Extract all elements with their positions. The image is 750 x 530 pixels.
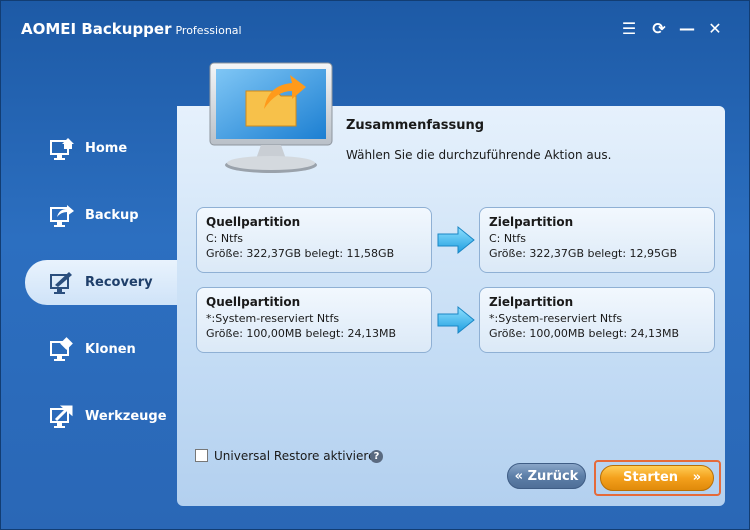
title-bar: AOMEI Backupper Professional ☰ ⟳ — ✕	[1, 1, 749, 61]
universal-restore-label: Universal Restore aktivieren	[214, 449, 384, 463]
target-partition-card: Zielpartition *:System-reserviert Ntfs G…	[479, 287, 715, 353]
sidebar-item-recovery[interactable]: Recovery	[25, 260, 185, 305]
source-partition-card: Quellpartition C: Ntfs Größe: 322,37GB b…	[196, 207, 432, 273]
source-partition-card: Quellpartition *:System-reserviert Ntfs …	[196, 287, 432, 353]
app-edition: Professional	[175, 24, 242, 37]
sidebar-item-label: Klonen	[85, 342, 136, 357]
help-icon[interactable]: ?	[370, 450, 383, 463]
backup-icon	[50, 205, 74, 227]
sidebar-item-label: Werkzeuge	[85, 409, 167, 424]
recovery-icon	[50, 272, 72, 294]
partition-name: C: Ntfs	[489, 232, 527, 245]
minimize-icon[interactable]: —	[677, 19, 697, 39]
partition-size: Größe: 322,37GB belegt: 11,58GB	[206, 247, 395, 260]
card-header: Zielpartition	[489, 295, 574, 309]
partition-size: Größe: 100,00MB belegt: 24,13MB	[489, 327, 680, 340]
sidebar-item-label: Backup	[85, 208, 139, 223]
app-name: AOMEI Backupper	[21, 20, 172, 38]
partition-size: Größe: 322,37GB belegt: 12,95GB	[489, 247, 678, 260]
home-icon	[50, 138, 74, 160]
close-icon[interactable]: ✕	[705, 19, 725, 39]
back-button[interactable]: « Zurück	[507, 463, 586, 489]
start-button-highlight: Starten »	[594, 460, 721, 496]
sidebar-item-backup[interactable]: Backup	[1, 193, 177, 238]
refresh-icon[interactable]: ⟳	[649, 19, 669, 39]
start-button[interactable]: Starten »	[600, 465, 714, 491]
arrow-right-icon	[437, 305, 475, 335]
universal-restore-option[interactable]: Universal Restore aktivieren	[195, 449, 383, 463]
partition-name: C: Ntfs	[206, 232, 244, 245]
sidebar-item-tools[interactable]: Werkzeuge	[1, 394, 177, 439]
app-title: AOMEI Backupper Professional	[21, 20, 242, 38]
target-partition-card: Zielpartition C: Ntfs Größe: 322,37GB be…	[479, 207, 715, 273]
chevron-right-icon: »	[692, 470, 701, 485]
sidebar-item-home[interactable]: Home	[1, 126, 177, 171]
start-button-label: Starten	[623, 470, 679, 485]
sidebar-item-label: Home	[85, 141, 128, 156]
chevron-left-icon: «	[514, 469, 524, 484]
card-header: Quellpartition	[206, 295, 301, 309]
sidebar-item-clone[interactable]: Klonen	[1, 327, 177, 372]
sidebar-nav: Home Backup Recovery Klonen Werkzeuge	[1, 126, 185, 461]
partition-name: *:System-reserviert Ntfs	[489, 312, 623, 325]
sidebar-item-label: Recovery	[85, 275, 153, 290]
app-window: AOMEI Backupper Professional ☰ ⟳ — ✕ Home…	[0, 0, 750, 530]
card-header: Quellpartition	[206, 215, 301, 229]
clone-icon	[50, 337, 73, 361]
universal-restore-checkbox[interactable]	[195, 449, 208, 462]
arrow-right-icon	[437, 225, 475, 255]
partition-name: *:System-reserviert Ntfs	[206, 312, 340, 325]
summary-subtitle: Wählen Sie die durchzuführende Aktion au…	[346, 148, 612, 162]
summary-title: Zusammenfassung	[346, 118, 485, 133]
partition-size: Größe: 100,00MB belegt: 24,13MB	[206, 327, 397, 340]
card-header: Zielpartition	[489, 215, 574, 229]
back-button-label: Zurück	[527, 469, 579, 484]
menu-icon[interactable]: ☰	[619, 19, 639, 39]
monitor-restore-icon	[209, 62, 333, 173]
tools-icon	[50, 405, 73, 428]
